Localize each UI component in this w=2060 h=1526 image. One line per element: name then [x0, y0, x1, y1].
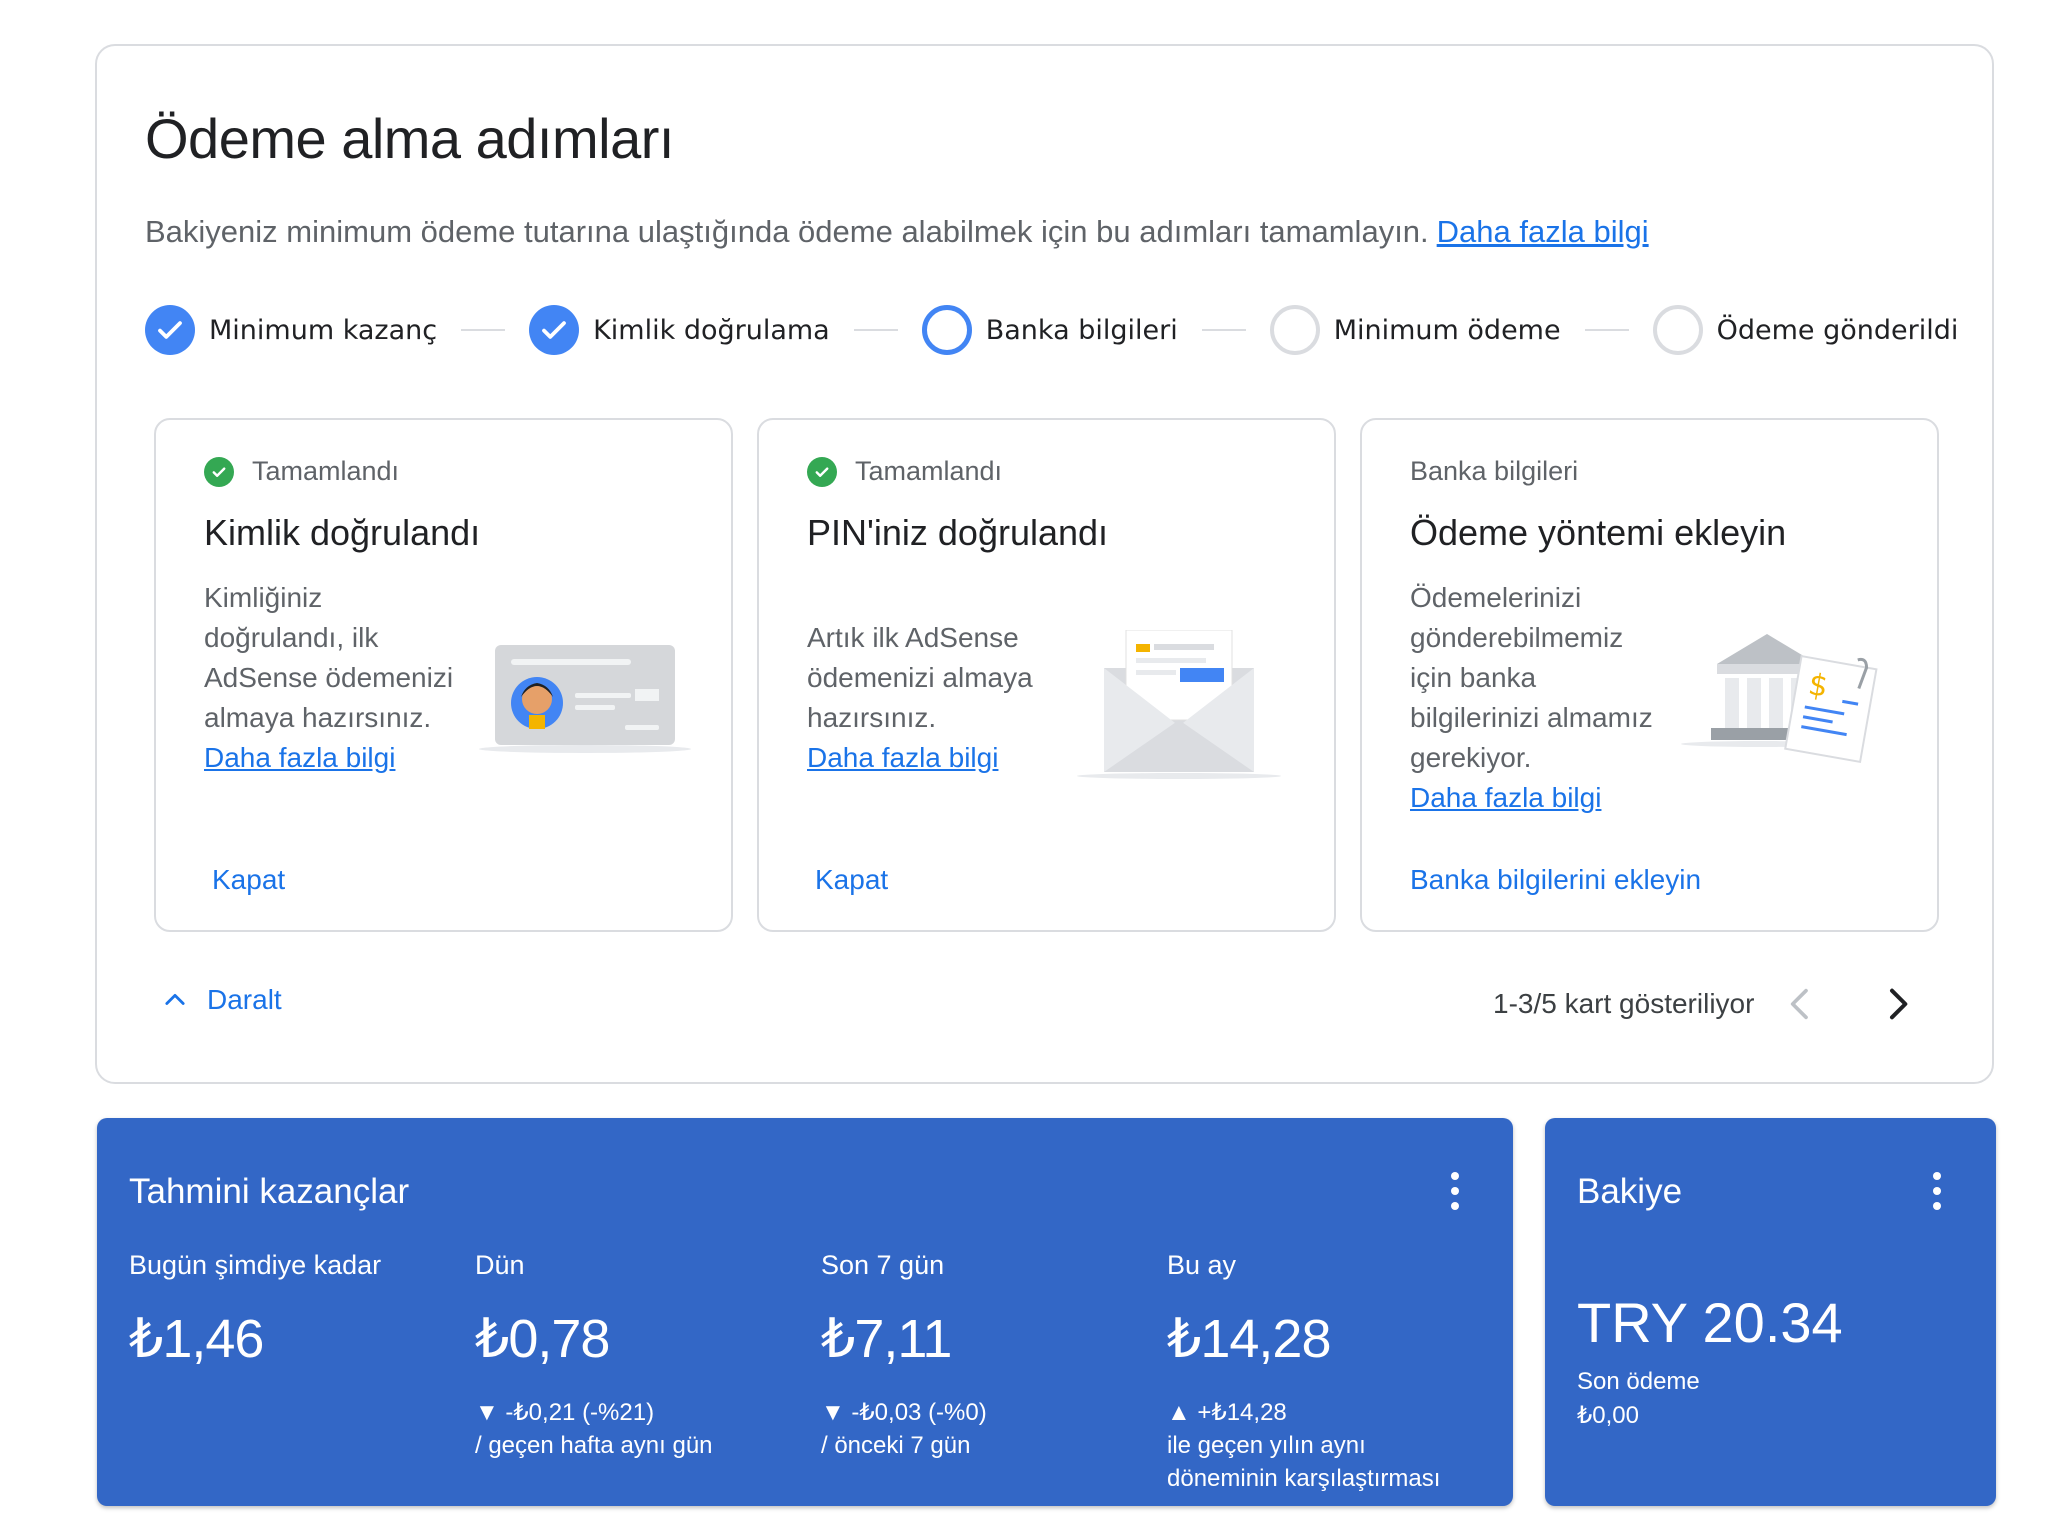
- panel-footer: Daralt 1-3/5 kart gösteriliyor: [161, 984, 1941, 1028]
- empty-circle-icon: [1269, 305, 1320, 355]
- change-compare: / geçen hafta aynı gün: [475, 1432, 713, 1459]
- step-payment-sent: Ödeme gönderildi: [1652, 305, 1959, 355]
- card-status-label: Tamamlandı: [252, 456, 400, 486]
- card-learn-more-link[interactable]: Daha fazla bilgi: [204, 738, 464, 778]
- change-value: ▼ -₺0,03 (-%0): [821, 1399, 987, 1426]
- step-connector: [853, 329, 898, 331]
- step-minimum-payment: Minimum ödeme: [1269, 305, 1561, 355]
- chevron-right-icon[interactable]: [1877, 984, 1917, 1029]
- collapse-label: Daralt: [207, 984, 282, 1015]
- metric-label: Dün: [475, 1250, 525, 1280]
- metric-value: ₺7,11: [821, 1309, 952, 1369]
- card-body: Kimliğiniz doğrulandı, ilk AdSense ödeme…: [204, 578, 464, 778]
- metric-last-7-days: Son 7 gün ₺7,11 ▼ -₺0,03 (-%0) / önceki …: [821, 1250, 1151, 1462]
- payment-steps-panel: Ödeme alma adımları Bakiyeniz minimum öd…: [95, 44, 1994, 1084]
- step-label: Ödeme gönderildi: [1716, 314, 1959, 346]
- earnings-title: Tahmini kazançlar: [129, 1172, 410, 1211]
- check-icon: [529, 305, 580, 355]
- check-circle-icon: [204, 456, 234, 487]
- card-status: Tamamlandı: [807, 456, 1002, 487]
- card-status-label: Banka bilgileri: [1410, 456, 1579, 486]
- metric-label: Son 7 gün: [821, 1250, 945, 1280]
- card-body: Artık ilk AdSense ödemenizi almaya hazır…: [807, 618, 1067, 778]
- metric-value: ₺1,46: [129, 1309, 264, 1369]
- step-label: Banka bilgileri: [985, 314, 1178, 346]
- metric-change: ▼ -₺0,03 (-%0) / önceki 7 gün: [821, 1396, 1151, 1462]
- check-circle-icon: [807, 456, 837, 487]
- last-payment-label: Son ödeme: [1577, 1368, 1700, 1395]
- step-identity-verification: Kimlik doğrulama: [529, 305, 830, 355]
- description-text: Bakiyeniz minimum ödeme tutarına ulaştığ…: [145, 214, 1429, 249]
- balance-value: TRY 20.34: [1577, 1291, 1843, 1354]
- bank-icon: $: [1681, 628, 1881, 773]
- step-connector: [461, 329, 506, 331]
- card-body-text: Kimliğiniz doğrulandı, ilk AdSense ödeme…: [204, 582, 454, 733]
- panel-description: Bakiyeniz minimum ödeme tutarına ulaştığ…: [145, 214, 1649, 250]
- more-vert-icon[interactable]: [1931, 1172, 1943, 1210]
- metric-change: ▲ +₺14,28 ile geçen yılın aynı döneminin…: [1167, 1396, 1497, 1495]
- balance-card: Bakiye TRY 20.34 Son ödeme ₺0,00: [1545, 1118, 1996, 1506]
- card-body: Ödemelerinizi gönderebilmemiz için banka…: [1410, 578, 1670, 818]
- add-bank-info-button[interactable]: Banka bilgilerini ekleyin: [1410, 864, 1701, 896]
- card-learn-more-link[interactable]: Daha fazla bilgi: [807, 738, 1067, 778]
- change-compare: ile geçen yılın aynı: [1167, 1432, 1366, 1459]
- close-card-button[interactable]: Kapat: [815, 864, 888, 896]
- step-cards: Tamamlandı Kimlik doğrulandı Kimliğiniz …: [154, 418, 1939, 932]
- more-vert-icon[interactable]: [1449, 1172, 1461, 1210]
- step-minimum-earnings: Minimum kazanç: [145, 305, 437, 355]
- learn-more-link[interactable]: Daha fazla bilgi: [1437, 214, 1649, 249]
- card-title: Kimlik doğrulandı: [204, 512, 481, 553]
- card-status: Banka bilgileri: [1410, 456, 1578, 487]
- identity-verified-card: Tamamlandı Kimlik doğrulandı Kimliğiniz …: [154, 418, 733, 932]
- balance-title: Bakiye: [1577, 1172, 1683, 1211]
- metric-yesterday: Dün ₺0,78 ▼ -₺0,21 (-%21) / geçen hafta …: [475, 1250, 805, 1462]
- metric-change: ▼ -₺0,21 (-%21) / geçen hafta aynı gün: [475, 1396, 805, 1462]
- card-status-label: Tamamlandı: [855, 456, 1003, 486]
- stepper: Minimum kazanç Kimlik doğrulama Banka bi…: [145, 302, 1958, 358]
- step-bank-info: Banka bilgileri: [921, 305, 1178, 355]
- chevron-left-icon[interactable]: [1781, 984, 1821, 1029]
- card-title: Ödeme yöntemi ekleyin: [1410, 512, 1787, 553]
- metric-label: Bugün şimdiye kadar: [129, 1250, 382, 1280]
- current-step-circle-icon: [921, 305, 972, 355]
- page-title: Ödeme alma adımları: [145, 107, 674, 170]
- check-icon: [145, 305, 195, 355]
- change-compare: / önceki 7 gün: [821, 1432, 971, 1459]
- card-body-text: Artık ilk AdSense ödemenizi almaya hazır…: [807, 622, 1033, 733]
- add-payment-method-card: Banka bilgileri Ödeme yöntemi ekleyin Öd…: [1360, 418, 1939, 932]
- metric-value: ₺14,28: [1167, 1309, 1332, 1369]
- chevron-up-icon: [165, 993, 185, 1005]
- step-connector: [1584, 329, 1629, 331]
- card-title: PIN'iniz doğrulandı: [807, 512, 1109, 553]
- metric-today: Bugün şimdiye kadar ₺1,46: [129, 1250, 459, 1370]
- pager-text: 1-3/5 kart gösteriliyor: [1493, 988, 1755, 1019]
- id-card-icon: [475, 645, 695, 760]
- metric-label: Bu ay: [1167, 1250, 1237, 1280]
- last-payment-value: ₺0,00: [1577, 1402, 1639, 1429]
- change-value: ▼ -₺0,21 (-%21): [475, 1399, 655, 1426]
- pin-verified-card: Tamamlandı PIN'iniz doğrulandı Artık ilk…: [757, 418, 1336, 932]
- empty-circle-icon: [1652, 305, 1703, 355]
- change-compare-2: döneminin karşılaştırması: [1167, 1465, 1441, 1492]
- card-learn-more-link[interactable]: Daha fazla bilgi: [1410, 778, 1670, 818]
- estimated-earnings-card: Tahmini kazançlar Bugün şimdiye kadar ₺1…: [97, 1118, 1513, 1506]
- metric-this-month: Bu ay ₺14,28 ▲ +₺14,28 ile geçen yılın a…: [1167, 1250, 1497, 1495]
- step-label: Kimlik doğrulama: [593, 314, 830, 346]
- change-value: ▲ +₺14,28: [1167, 1399, 1287, 1426]
- close-card-button[interactable]: Kapat: [212, 864, 285, 896]
- step-label: Minimum kazanç: [209, 314, 438, 346]
- collapse-button[interactable]: Daralt: [161, 984, 282, 1016]
- card-status: Tamamlandı: [204, 456, 399, 487]
- card-body-text: Ödemelerinizi gönderebilmemiz için banka…: [1410, 582, 1653, 773]
- step-label: Minimum ödeme: [1333, 314, 1561, 346]
- step-connector: [1201, 329, 1246, 331]
- metric-value: ₺0,78: [475, 1309, 610, 1369]
- envelope-icon: [1074, 629, 1284, 785]
